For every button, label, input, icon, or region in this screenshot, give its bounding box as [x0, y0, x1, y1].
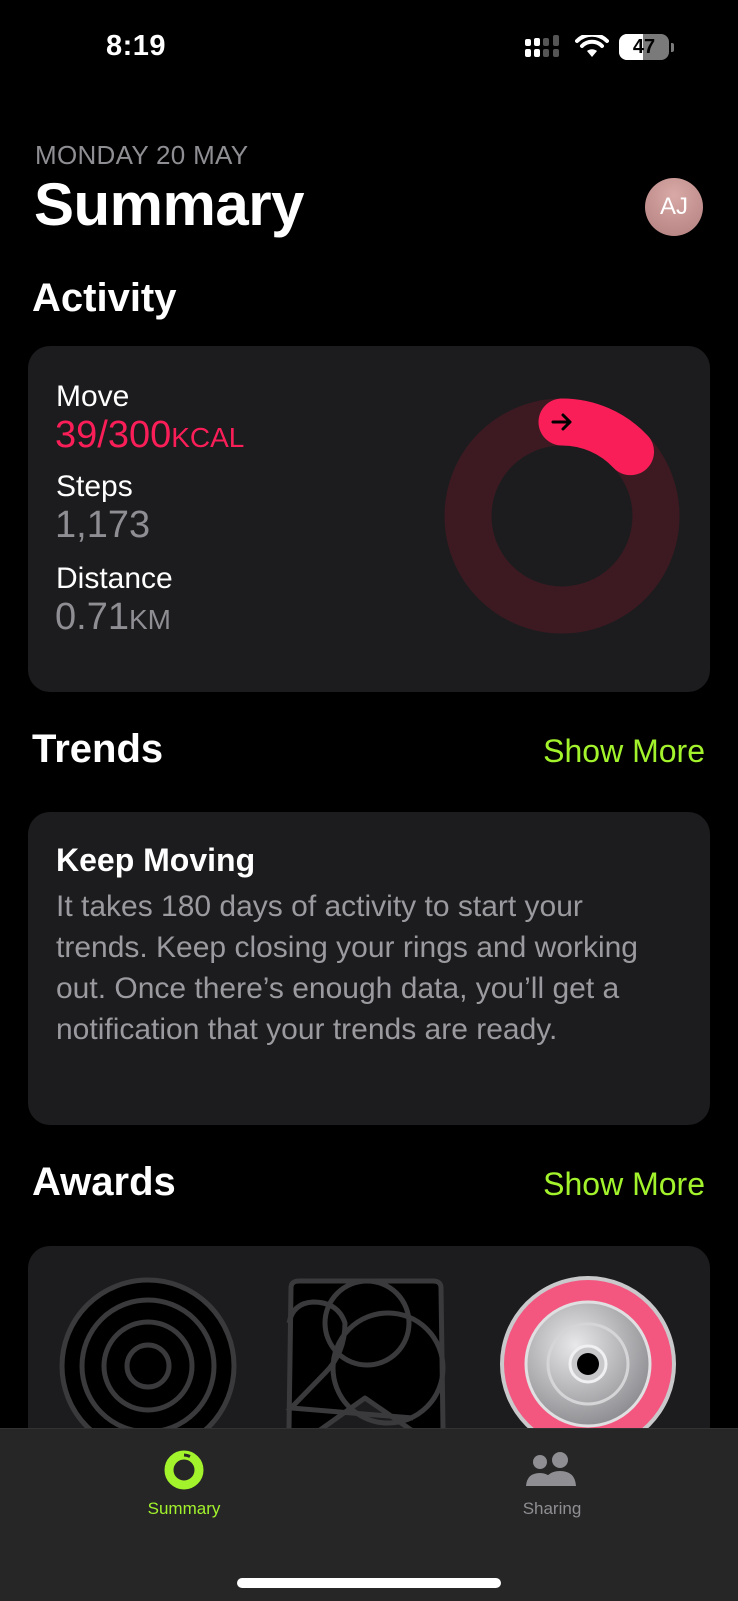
- move-unit: KCAL: [171, 422, 245, 453]
- move-value: 39/300KCAL: [55, 414, 244, 457]
- awards-section-title: Awards: [32, 1160, 176, 1204]
- move-label: Move: [56, 380, 130, 413]
- trends-card-body: It takes 180 days of activity to start y…: [56, 890, 638, 1046]
- date-label: MONDAY 20 MAY: [35, 140, 249, 170]
- distance-value: 0.71KM: [55, 596, 171, 639]
- activity-card[interactable]: Move 39/300KCAL Steps 1,173 Distance 0.7…: [28, 346, 710, 692]
- wifi-icon: [575, 35, 609, 57]
- trends-card-title: Keep Moving: [56, 842, 256, 878]
- cellular-signal-icon: [525, 35, 559, 57]
- tab-bar: Summary Sharing: [0, 1428, 738, 1601]
- trends-card[interactable]: Keep Moving It takes 180 days of activit…: [28, 812, 710, 1125]
- trends-section-title: Trends: [32, 727, 164, 771]
- activity-section-title: Activity: [32, 276, 177, 320]
- steps-value: 1,173: [55, 504, 151, 546]
- tab-summary[interactable]: Summary: [134, 1449, 234, 1519]
- move-ring[interactable]: [442, 396, 682, 636]
- steps-label: Steps: [56, 470, 133, 503]
- avatar[interactable]: AJ: [645, 178, 703, 236]
- page-title: Summary: [34, 171, 304, 238]
- distance-label: Distance: [56, 562, 173, 595]
- move-goal-award-icon[interactable]: [498, 1274, 678, 1454]
- trends-show-more-link[interactable]: Show More: [543, 733, 705, 770]
- status-time: 8:19: [106, 30, 167, 62]
- distance-unit: KM: [128, 604, 171, 635]
- battery-icon: 47: [619, 34, 669, 60]
- battery-percent: 47: [632, 35, 656, 58]
- tab-sharing[interactable]: Sharing: [502, 1449, 602, 1519]
- status-icons: 47: [525, 34, 674, 60]
- tab-sharing-label: Sharing: [522, 1499, 582, 1518]
- awards-show-more-link[interactable]: Show More: [543, 1166, 705, 1203]
- tab-summary-label: Summary: [147, 1499, 221, 1518]
- distance-value-number: 0.71: [55, 596, 129, 638]
- people-icon: [526, 1452, 576, 1486]
- home-indicator: [237, 1578, 501, 1588]
- move-value-number: 39/300: [55, 414, 172, 456]
- activity-ring-icon: [164, 1450, 204, 1490]
- battery-nub: [671, 42, 674, 52]
